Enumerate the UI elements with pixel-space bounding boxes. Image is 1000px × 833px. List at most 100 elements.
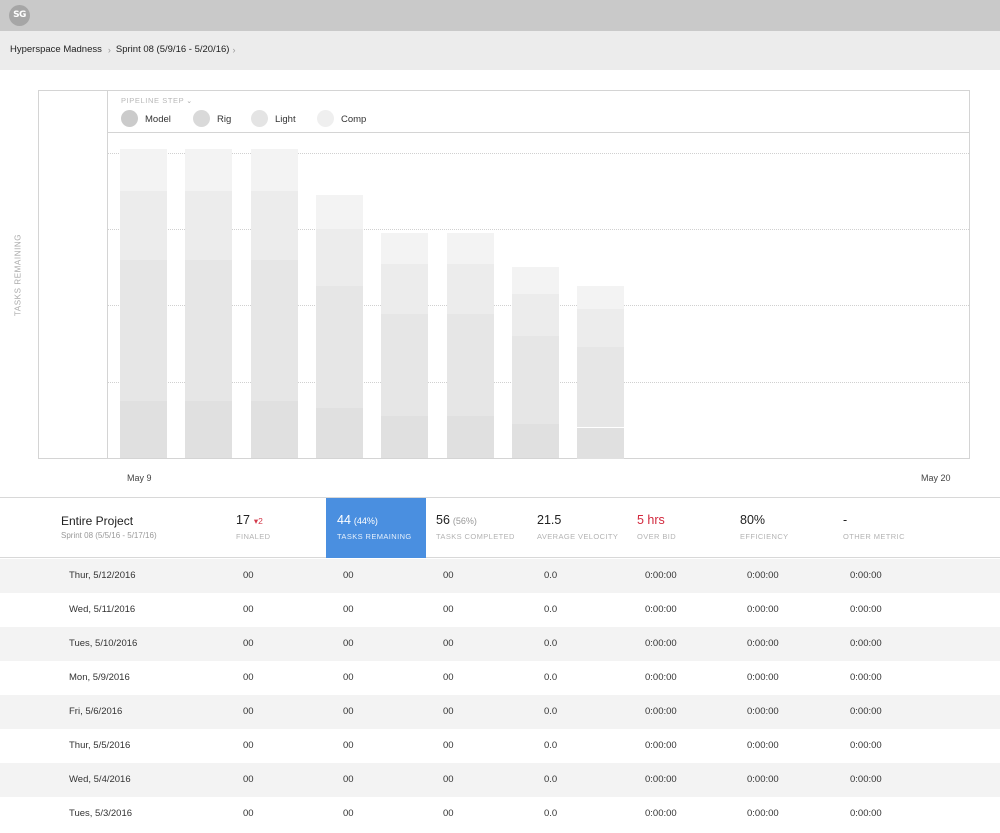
stat-average-velocity[interactable]: 21.5 AVERAGE VELOCITY [537, 498, 632, 558]
stat-label: EFFICIENCY [740, 532, 789, 541]
cell-average-velocity: 0.0 [544, 774, 558, 785]
stat-number: 17 [236, 513, 250, 527]
cell-tasks-remaining: 00 [343, 638, 354, 649]
chevron-down-icon: ⌄ [186, 98, 193, 105]
stat-value: 44 (44%) [337, 513, 378, 527]
table-row[interactable]: Tues, 5/3/2016 00 00 00 0.0 0:00:00 0:00:00 0:0… [0, 797, 1000, 831]
cell-over-bid: 0:00:00 [645, 570, 677, 581]
cell-finaled: 00 [243, 638, 254, 649]
cell-over-bid: 0:00:00 [645, 672, 677, 683]
cell-over-bid: 0:00:00 [645, 638, 677, 649]
cell-other-metric: 0:00:00 [850, 740, 882, 751]
project-sprint-range: Sprint 08 (5/5/16 - 5/17/16) [61, 531, 157, 540]
x-tick-start: May 9 [127, 473, 152, 483]
stat-other-metric[interactable]: - OTHER METRIC [843, 498, 933, 558]
legend-swatch-model [121, 110, 138, 127]
cell-finaled: 00 [243, 740, 254, 751]
cell-average-velocity: 0.0 [544, 672, 558, 683]
stat-value: 56 (56%) [436, 513, 477, 527]
cell-tasks-remaining: 00 [343, 604, 354, 615]
cell-other-metric: 0:00:00 [850, 604, 882, 615]
cell-date: Thur, 5/12/2016 [69, 570, 136, 581]
stat-number: 44 [337, 513, 351, 527]
stat-label: FINALED [236, 532, 271, 541]
stat-label: TASKS COMPLETED [436, 532, 515, 541]
logo[interactable]: SG [9, 5, 30, 26]
burndown-chart [38, 90, 970, 459]
table-row[interactable]: Wed, 5/11/2016 00 00 00 0.0 0:00:00 0:00:00 0:0… [0, 593, 1000, 627]
stat-tasks-remaining[interactable]: 44 (44%) TASKS REMAINING [326, 498, 426, 558]
breadcrumb-project[interactable]: Hyperspace Madness [10, 44, 102, 55]
cell-finaled: 00 [243, 706, 254, 717]
cell-efficiency: 0:00:00 [747, 740, 779, 751]
y-axis-line [107, 91, 108, 458]
gridline [108, 305, 969, 306]
breadcrumb-sprint[interactable]: Sprint 08 (5/9/16 - 5/20/16) [116, 44, 230, 55]
breadcrumb: Hyperspace Madness › Sprint 08 (5/9/16 - 5… [10, 44, 240, 55]
legend-label-light: Light [275, 114, 296, 125]
table-row[interactable]: Fri, 5/6/2016 00 00 00 0.0 0:00:00 0:00:00 0:00… [0, 695, 1000, 729]
cell-over-bid: 0:00:00 [645, 740, 677, 751]
stat-tasks-completed[interactable]: 56 (56%) TASKS COMPLETED [436, 498, 531, 558]
cell-tasks-remaining: 00 [343, 774, 354, 785]
cell-finaled: 00 [243, 604, 254, 615]
cell-other-metric: 0:00:00 [850, 638, 882, 649]
top-bar: SG [0, 0, 1000, 31]
legend-label-rig: Rig [217, 114, 232, 125]
stat-over-bid[interactable]: 5 hrs OVER BID [637, 498, 727, 558]
cell-other-metric: 0:00:00 [850, 808, 882, 819]
stat-label: TASKS REMAINING [337, 532, 412, 541]
chevron-right-icon: › [107, 44, 111, 55]
stat-percent: (44%) [353, 516, 378, 526]
cell-efficiency: 0:00:00 [747, 672, 779, 683]
table-row[interactable]: Mon, 5/9/2016 00 00 00 0.0 0:00:00 0:00:00 0:00… [0, 661, 1000, 695]
y-axis-label: TASKS REMAINING [13, 233, 23, 317]
chevron-right-icon[interactable]: › [232, 45, 235, 55]
legend-label-comp: Comp [341, 114, 367, 125]
cell-efficiency: 0:00:00 [747, 774, 779, 785]
stat-label: AVERAGE VELOCITY [537, 532, 619, 541]
legend-divider [108, 132, 969, 133]
table-row[interactable]: Tues, 5/10/2016 00 00 00 0.0 0:00:00 0:00:00 0:… [0, 627, 1000, 661]
gridline [108, 229, 969, 230]
cell-tasks-completed: 00 [443, 604, 454, 615]
cell-average-velocity: 0.0 [544, 808, 558, 819]
stat-label: OVER BID [637, 532, 677, 541]
stat-value: - [843, 513, 848, 527]
stat-finaled[interactable]: 17 ▾2 FINALED [236, 498, 324, 558]
cell-date: Tues, 5/10/2016 [69, 638, 138, 649]
legend-swatch-rig [193, 110, 210, 127]
cell-average-velocity: 0.0 [544, 706, 558, 717]
cell-date: Mon, 5/9/2016 [69, 672, 130, 683]
cell-over-bid: 0:00:00 [645, 808, 677, 819]
pipeline-step-dropdown[interactable]: PIPELINE STEP ⌄ [121, 96, 193, 105]
cell-date: Fri, 5/6/2016 [69, 706, 123, 717]
cell-over-bid: 0:00:00 [645, 706, 677, 717]
cell-other-metric: 0:00:00 [850, 570, 882, 581]
cell-efficiency: 0:00:00 [747, 808, 779, 819]
stat-value: 17 ▾2 [236, 513, 263, 527]
cell-tasks-completed: 00 [443, 638, 454, 649]
legend-label-model: Model [145, 114, 171, 125]
table-row[interactable]: Thur, 5/12/2016 00 00 00 0.0 0:00:00 0:00:00 0:… [0, 559, 1000, 593]
gridline [108, 153, 969, 154]
stat-value: 21.5 [537, 513, 562, 527]
table-row[interactable]: Wed, 5/4/2016 00 00 00 0.0 0:00:00 0:00:00 0:00… [0, 763, 1000, 797]
cell-average-velocity: 0.0 [544, 604, 558, 615]
cell-tasks-remaining: 00 [343, 672, 354, 683]
stat-delta: ▾2 [253, 516, 263, 526]
stats-bar: Entire Project Sprint 08 (5/5/16 - 5/17/… [0, 497, 1000, 558]
cell-tasks-completed: 00 [443, 706, 454, 717]
stat-percent: (56%) [452, 516, 477, 526]
x-tick-end: May 20 [921, 473, 951, 483]
stat-efficiency[interactable]: 80% EFFICIENCY [740, 498, 830, 558]
cell-over-bid: 0:00:00 [645, 604, 677, 615]
cell-other-metric: 0:00:00 [850, 672, 882, 683]
cell-date: Thur, 5/5/2016 [69, 740, 131, 751]
cell-tasks-completed: 00 [443, 672, 454, 683]
cell-efficiency: 0:00:00 [747, 604, 779, 615]
cell-efficiency: 0:00:00 [747, 706, 779, 717]
pipeline-step-label: PIPELINE STEP [121, 96, 185, 105]
cell-finaled: 00 [243, 672, 254, 683]
table-row[interactable]: Thur, 5/5/2016 00 00 00 0.0 0:00:00 0:00:00 0:0… [0, 729, 1000, 763]
